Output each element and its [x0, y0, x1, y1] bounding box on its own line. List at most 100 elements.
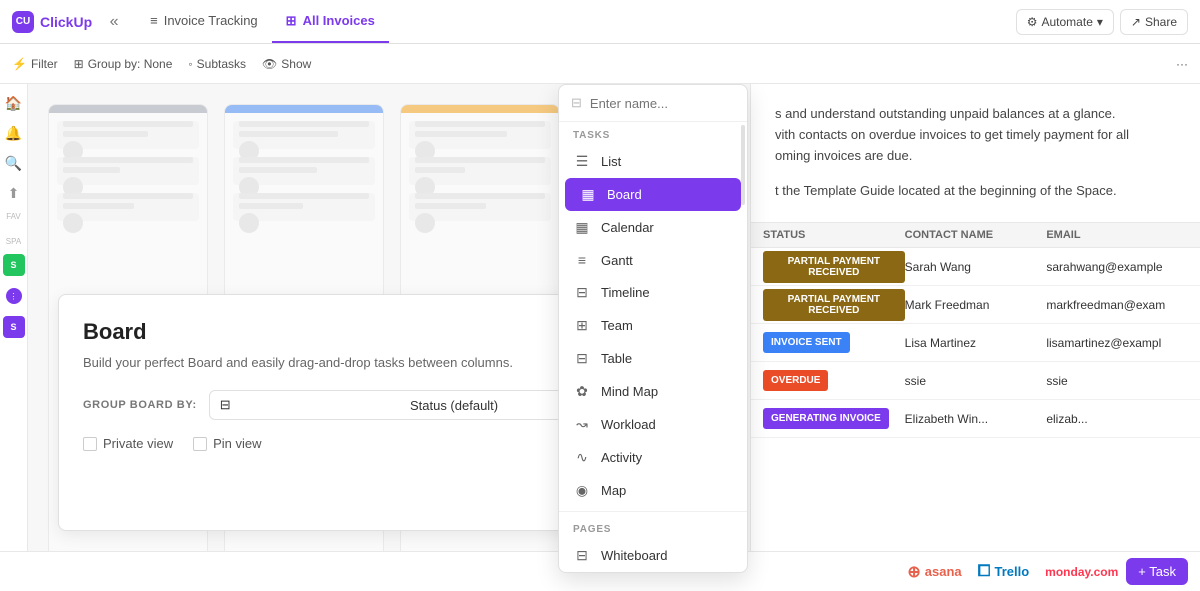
- col-header-blue: [225, 105, 383, 113]
- sidebar-item-space[interactable]: S: [3, 254, 25, 276]
- info-panel: s and understand outstanding unpaid bala…: [751, 84, 1200, 222]
- eye-icon: 👁: [262, 57, 277, 71]
- info-text-4: t the Template Guide located at the begi…: [775, 181, 1176, 202]
- subtasks-button[interactable]: ◦ Subtasks: [188, 57, 246, 71]
- team-view-label: Team: [601, 318, 633, 333]
- whiteboard-view-label: Whiteboard: [601, 548, 667, 563]
- filter-button[interactable]: ⚡ Filter: [12, 57, 58, 71]
- tab-invoice-tracking-label: Invoice Tracking: [164, 13, 258, 28]
- view-option-list[interactable]: ☰ List: [559, 145, 747, 178]
- sidebar-item-home[interactable]: 🏠: [3, 92, 25, 114]
- status-badge: GENERATING INVOICE: [763, 408, 889, 429]
- clickup-logo-icon: CU: [12, 11, 34, 33]
- info-text-2: vith contacts on overdue invoices to get…: [775, 125, 1176, 146]
- list-icon: ≡: [150, 13, 158, 28]
- info-text-1: s and understand outstanding unpaid bala…: [775, 104, 1176, 125]
- subtasks-icon: ◦: [188, 57, 192, 71]
- share-icon: ↗: [1131, 15, 1141, 29]
- table-view-label: Table: [601, 351, 632, 366]
- sidebar-spaces-label: SPA: [6, 237, 21, 246]
- col-header-contact: CONTACT NAME: [905, 229, 1047, 241]
- topbar: CU ClickUp « ≡ Invoice Tracking ⊞ All In…: [0, 0, 1200, 44]
- workload-view-icon: ↝: [573, 416, 591, 433]
- tab-all-invoices-label: All Invoices: [303, 13, 375, 28]
- group-by-button[interactable]: ⊞ Group by: None: [74, 57, 173, 71]
- table-row: GENERATING INVOICE Elizabeth Win... eliz…: [751, 400, 1200, 438]
- view-option-mindmap[interactable]: ✿ Mind Map: [559, 375, 747, 408]
- view-option-team[interactable]: ⊞ Team: [559, 309, 747, 342]
- view-option-calendar[interactable]: ▦ Calendar: [559, 211, 747, 244]
- pin-view-checkbox[interactable]: Pin view: [193, 436, 261, 451]
- board-card: [57, 121, 199, 149]
- view-option-workload[interactable]: ↝ Workload: [559, 408, 747, 441]
- collapse-sidebar-button[interactable]: «: [100, 8, 128, 36]
- status-cell: INVOICE SENT: [763, 332, 905, 353]
- status-cell: OVERDUE: [763, 370, 905, 391]
- team-view-icon: ⊞: [573, 317, 591, 334]
- private-view-checkbox[interactable]: Private view: [83, 436, 173, 451]
- workload-view-label: Workload: [601, 417, 656, 432]
- add-task-button[interactable]: + Task: [1126, 558, 1188, 585]
- show-label: Show: [281, 57, 311, 71]
- search-input[interactable]: [590, 96, 766, 111]
- tab-invoice-tracking[interactable]: ≡ Invoice Tracking: [136, 0, 272, 43]
- select-icon: ⊟: [220, 397, 231, 413]
- col-header-email: EMAIL: [1046, 229, 1188, 241]
- activity-view-label: Activity: [601, 450, 642, 465]
- sidebar-item-s2[interactable]: S: [3, 316, 25, 338]
- tab-all-invoices[interactable]: ⊞ All Invoices: [272, 0, 389, 43]
- contact-cell: Sarah Wang: [905, 260, 1047, 274]
- contact-cell: Mark Freedman: [905, 298, 1047, 312]
- gantt-view-label: Gantt: [601, 253, 633, 268]
- checkbox-box: [83, 437, 97, 451]
- show-button[interactable]: 👁 Show: [262, 57, 311, 71]
- subtasks-label: Subtasks: [197, 57, 246, 71]
- view-option-activity[interactable]: ∿ Activity: [559, 441, 747, 474]
- grid-icon: ⊞: [286, 13, 297, 29]
- view-option-timeline[interactable]: ⊟ Timeline: [559, 276, 747, 309]
- sidebar-item-search[interactable]: 🔍: [3, 152, 25, 174]
- board-view-label: Board: [607, 187, 642, 202]
- filter-icon: ⚡: [12, 57, 27, 71]
- scrollbar[interactable]: [741, 125, 745, 205]
- private-view-label: Private view: [103, 436, 173, 451]
- trello-logo: ⧠ Trello: [978, 563, 1030, 581]
- board-card: [409, 157, 551, 185]
- board-card: [233, 193, 375, 221]
- list-view-icon: ☰: [573, 153, 591, 170]
- contact-cell: Lisa Martinez: [905, 336, 1047, 350]
- timeline-view-icon: ⊟: [573, 284, 591, 301]
- email-cell: markfreedman@exam: [1046, 298, 1188, 312]
- pages-section-label: PAGES: [559, 516, 747, 539]
- automate-chevron-icon: ▾: [1097, 15, 1103, 29]
- status-cell: PARTIAL PAYMENT RECEIVED: [763, 251, 905, 283]
- sidebar-item-notifications[interactable]: 🔔: [3, 122, 25, 144]
- view-option-board[interactable]: ▦ Board: [565, 178, 741, 211]
- automate-button[interactable]: ⚙ Automate ▾: [1016, 9, 1114, 35]
- view-dropdown: ⊟ TASKS ☰ List ▦ Board ▦ Calendar ≡ Gant…: [558, 84, 748, 573]
- sidebar-item-up[interactable]: ⬆: [3, 182, 25, 204]
- view-option-gantt[interactable]: ≡ Gantt: [559, 244, 747, 276]
- monday-logo: monday.com: [1045, 565, 1118, 579]
- whiteboard-view-icon: ⊟: [573, 547, 591, 564]
- col-header-yellow: [401, 105, 559, 113]
- table-row: OVERDUE ssie ssie: [751, 362, 1200, 400]
- top-right-actions: ⚙ Automate ▾ ↗ Share: [1016, 9, 1188, 35]
- view-option-table[interactable]: ⊟ Table: [559, 342, 747, 375]
- share-button[interactable]: ↗ Share: [1120, 9, 1188, 35]
- toolbar: ⚡ Filter ⊞ Group by: None ◦ Subtasks 👁 S…: [0, 44, 1200, 84]
- group-icon: ⊞: [74, 57, 84, 71]
- checkbox-box: [193, 437, 207, 451]
- view-option-map[interactable]: ◉ Map: [559, 474, 747, 507]
- map-view-icon: ◉: [573, 482, 591, 499]
- view-option-whiteboard[interactable]: ⊟ Whiteboard: [559, 539, 747, 572]
- share-label: Share: [1145, 15, 1177, 29]
- contact-cell: Elizabeth Win...: [905, 412, 1047, 426]
- gantt-view-icon: ≡: [573, 252, 591, 268]
- status-cell: PARTIAL PAYMENT RECEIVED: [763, 289, 905, 321]
- col-header-gray: [49, 105, 207, 113]
- status-cell: GENERATING INVOICE: [763, 408, 905, 429]
- more-options-button[interactable]: ···: [1176, 57, 1188, 71]
- board-card: [409, 121, 551, 149]
- logo: CU ClickUp: [12, 11, 92, 33]
